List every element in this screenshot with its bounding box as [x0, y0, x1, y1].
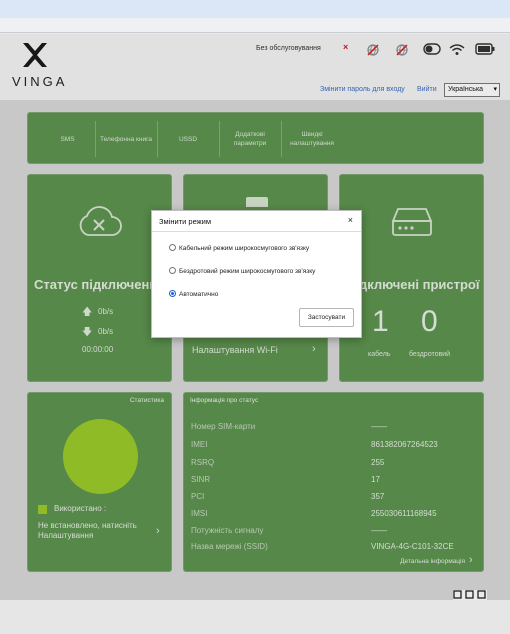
- radio-button-checked[interactable]: [169, 290, 176, 297]
- browser-toolbar: [0, 0, 510, 18]
- radio-label: Автоматично: [179, 291, 219, 298]
- radio-label: Бездротовий режим широкосмугового зв'язк…: [179, 268, 316, 275]
- radio-cable-mode[interactable]: Кабельний режим широкосмугового зв'язку: [169, 244, 309, 252]
- radio-button[interactable]: [169, 244, 176, 251]
- footer: [0, 600, 510, 634]
- radio-label: Кабельний режим широкосмугового зв'язку: [179, 245, 310, 252]
- radio-auto-mode[interactable]: Автоматично: [169, 290, 218, 298]
- apply-button[interactable]: Застосувати: [299, 308, 354, 327]
- dialog-header: Змінити режим ×: [152, 211, 361, 232]
- dialog-title: Змінити режим: [159, 217, 212, 226]
- change-mode-dialog: Змінити режим × Кабельний режим широкосм…: [151, 210, 362, 338]
- radio-wireless-mode[interactable]: Бездротовий режим широкосмугового зв'язк…: [169, 267, 315, 275]
- close-icon[interactable]: ×: [348, 215, 353, 225]
- radio-button[interactable]: [169, 267, 176, 274]
- browser-tabbar: [0, 18, 510, 33]
